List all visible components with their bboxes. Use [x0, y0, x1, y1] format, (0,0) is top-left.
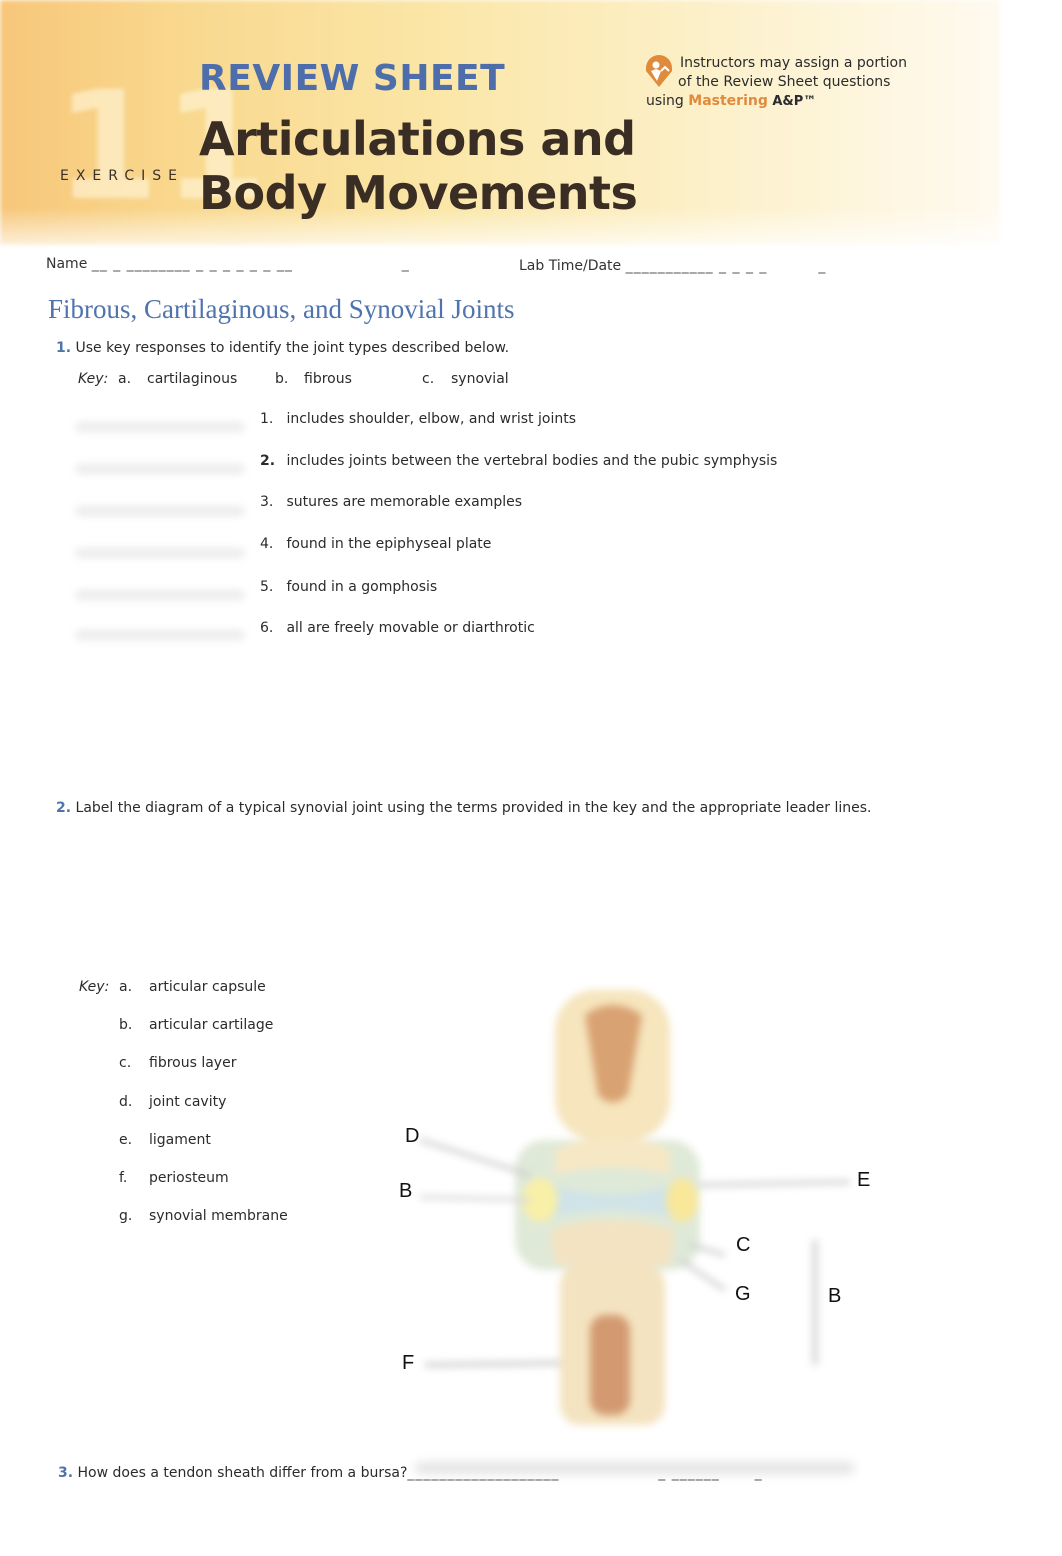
q1-item: 2. includes joints between the vertebral… — [260, 453, 777, 469]
q1-key-label: Key: — [78, 371, 109, 387]
mastering-brand: Mastering — [688, 93, 768, 109]
answer-blank-5[interactable] — [75, 590, 245, 600]
ap-brand: A&P™ — [772, 94, 817, 109]
q1-item: 4. found in the epiphyseal plate — [260, 536, 491, 552]
q2-key-term: joint cavity — [149, 1094, 227, 1110]
q1-item-text: found in the epiphyseal plate — [286, 536, 492, 552]
q1-key-term-c: synovial — [451, 371, 509, 387]
mastering-logo-icon — [646, 55, 672, 87]
question-3-prompt: 3. How does a tendon sheath differ from … — [58, 1465, 763, 1481]
q1-item-text: sutures are memorable examples — [286, 494, 523, 510]
leader-line-f — [424, 1360, 561, 1368]
q1-key-term-b: fibrous — [304, 371, 352, 387]
answer-blank-1[interactable] — [75, 422, 245, 432]
answer-blank-6[interactable] — [75, 630, 245, 640]
diagram-label: E — [857, 1169, 871, 1191]
mastering-line3: using Mastering A&P™ — [646, 92, 816, 111]
q1-item-number: 5. — [260, 579, 274, 595]
q1-item-number: 4. — [260, 536, 274, 552]
name-field-tail[interactable]: _ — [402, 256, 410, 272]
diagram-label: C — [736, 1234, 751, 1256]
synovial-joint-diagram: D B E C G B F — [380, 975, 900, 1430]
q1-key-letter-a: a. — [118, 371, 132, 387]
q3-answer-field-tail[interactable]: _ — [755, 1465, 763, 1481]
q2-key-letter: d. — [119, 1094, 133, 1110]
q3-answer-field-2[interactable]: _ ______ — [658, 1465, 719, 1481]
q2-key-term: fibrous layer — [149, 1055, 237, 1071]
q1-item: 6. all are freely movable or diarthrotic — [260, 620, 535, 636]
question-2-prompt: 2. Label the diagram of a typical synovi… — [56, 800, 871, 816]
q1-item-number: 3. — [260, 494, 274, 510]
question-1-number: 1. — [56, 340, 72, 356]
question-1-prompt: 1. Use key responses to identify the joi… — [56, 340, 509, 356]
section-heading: Fibrous, Cartilaginous, and Synovial Joi… — [48, 294, 515, 324]
diagram-label: G — [735, 1283, 751, 1305]
lab-time-field-tail[interactable]: _ — [818, 258, 826, 274]
lower-marrow — [590, 1315, 630, 1415]
lab-time-field[interactable]: ___________ _ _ _ _ — [626, 258, 768, 274]
q2-key-term: synovial membrane — [149, 1208, 288, 1224]
q2-key-term: articular capsule — [149, 979, 266, 995]
q1-item-number: 6. — [260, 620, 274, 636]
q1-item: 5. found in a gomphosis — [260, 579, 437, 595]
q1-item-number: 2. — [260, 453, 276, 469]
q1-item-text: includes shoulder, elbow, and wrist join… — [286, 411, 576, 427]
joint-illustration — [419, 990, 851, 1425]
q1-item-text: includes joints between the vertebral bo… — [286, 453, 778, 469]
q1-key-letter-b: b. — [275, 371, 289, 387]
q2-key-letter: a. — [119, 979, 133, 995]
lower-cartilage — [550, 1220, 675, 1265]
q2-key-letter: b. — [119, 1017, 133, 1033]
leader-line-e — [699, 1180, 851, 1187]
question-3-number: 3. — [58, 1465, 74, 1481]
q2-key-letter: f. — [119, 1170, 128, 1186]
q2-key-letter: c. — [119, 1055, 132, 1071]
review-sheet-heading: REVIEW SHEET — [199, 58, 506, 99]
right-fat-pad — [666, 1178, 698, 1222]
q1-item-number: 1. — [260, 411, 274, 427]
answer-blank-3[interactable] — [75, 506, 245, 516]
mastering-prefix: using — [646, 93, 684, 109]
leader-line-g — [678, 1258, 727, 1292]
mastering-line2: of the Review Sheet questions — [678, 74, 891, 90]
diagram-label: B — [399, 1180, 413, 1202]
lab-time-label: Lab Time/Date — [519, 258, 622, 274]
exercise-label: EXERCISE — [60, 168, 184, 184]
q2-key-term: articular cartilage — [149, 1017, 274, 1033]
question-2-number: 2. — [56, 800, 72, 816]
q1-item: 1. includes shoulder, elbow, and wrist j… — [260, 411, 576, 427]
page-title-line1: Articulations and — [199, 112, 636, 166]
question-2-text: Label the diagram of a typical synovial … — [75, 800, 872, 816]
q2-key-letter: g. — [119, 1208, 133, 1224]
name-label: Name — [46, 256, 88, 272]
mastering-notice: Instructors may assign a portion of the … — [640, 50, 910, 114]
q2-key-letter: e. — [119, 1132, 133, 1148]
answer-blank-4[interactable] — [75, 548, 245, 558]
q1-item: 3. sutures are memorable examples — [260, 494, 522, 510]
name-field-row: Name __ _ ________ _ _ _ _ _ _ __ _ — [46, 256, 410, 272]
leader-line-b-left — [419, 1195, 531, 1202]
leader-line-d — [419, 1138, 531, 1177]
q1-item-text: found in a gomphosis — [286, 579, 438, 595]
q1-key-term-a: cartilaginous — [147, 371, 238, 387]
q2-key-label: Key: — [79, 979, 110, 995]
mastering-line1: Instructors may assign a portion — [680, 55, 907, 71]
name-field[interactable]: __ _ ________ _ _ _ _ _ _ __ — [92, 256, 293, 272]
question-3-text: How does a tendon sheath differ from a b… — [77, 1465, 408, 1481]
diagram-label: D — [405, 1125, 420, 1147]
answer-blank-2[interactable] — [75, 464, 245, 474]
q3-answer-field[interactable]: ___________________ — [407, 1465, 559, 1481]
question-1-text: Use key responses to identify the joint … — [75, 340, 510, 356]
page-title-line2: Body Movements — [199, 166, 638, 220]
q1-key-letter-c: c. — [422, 371, 435, 387]
q1-item-text: all are freely movable or diarthrotic — [286, 620, 535, 636]
diagram-label: F — [402, 1352, 415, 1374]
diagram-label: B — [828, 1285, 842, 1307]
lab-time-row: Lab Time/Date ___________ _ _ _ _ _ — [519, 258, 826, 274]
q2-key-term: periosteum — [149, 1170, 229, 1186]
q2-key-term: ligament — [149, 1132, 211, 1148]
